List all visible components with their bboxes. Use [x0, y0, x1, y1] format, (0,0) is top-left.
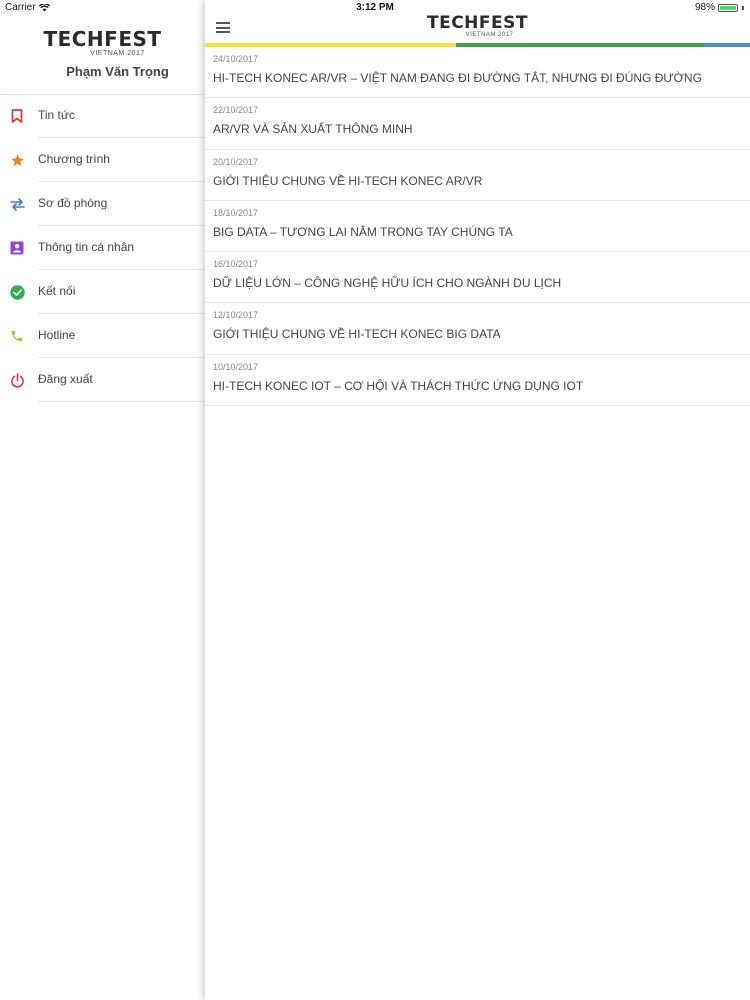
news-list: 24/10/2017 HI-TECH KONEC AR/VR – VIỆT NA…: [205, 47, 750, 407]
status-time: 3:12 PM: [356, 2, 394, 13]
news-date: 12/10/2017: [213, 310, 259, 321]
news-date: 20/10/2017: [213, 156, 259, 167]
news-date: 24/10/2017: [213, 54, 259, 64]
sidebar: TECHFEST VIETNAM 2017 Phạm Văn Trọng Tin…: [0, 0, 205, 1000]
news-item[interactable]: 10/10/2017 HI-TECH KONEC IOT – CƠ HỘI VÀ…: [205, 355, 750, 407]
news-title: HI-TECH KONEC AR/VR – VIỆT NAM ĐANG ĐI Đ…: [213, 71, 702, 85]
sidebar-item-profile[interactable]: Thông tin cá nhân: [0, 226, 205, 270]
news-title: BIG DATA – TƯƠNG LAI NẰM TRONG TAY CHÚNG…: [213, 224, 513, 239]
news-title: DỮ LIỆU LỚN – CÔNG NGHỆ HỮU ÍCH CHO NGÀN…: [213, 276, 562, 291]
status-right: 98%: [695, 2, 744, 13]
bookmark-icon: [9, 108, 25, 124]
sidebar-item-label: Chương trình: [38, 152, 110, 166]
sidebar-item-label: Kết nối: [38, 284, 76, 298]
news-item[interactable]: 22/10/2017 AR/VR VÀ SẢN XUẤT THÔNG MINH: [205, 98, 750, 150]
sidebar-item-label: Đăng xuất: [38, 372, 93, 386]
logo-subtitle: VIETNAM 2017: [465, 32, 514, 38]
sidebar-item-program[interactable]: Chương trình: [0, 138, 205, 182]
star-icon: [9, 152, 25, 168]
news-date: 10/10/2017: [213, 361, 259, 372]
main-panel: TECHFEST VIETNAM 2017 24/10/2017 HI-TECH…: [205, 0, 750, 1000]
battery-icon: [718, 3, 738, 12]
sidebar-logo: TECHFEST VIETNAM 2017: [0, 28, 205, 58]
news-title: HI-TECH KONEC IOT – CƠ HỘI VÀ THÁCH THỨC…: [213, 378, 584, 393]
status-bar: Carrier 3:12 PM 98%: [0, 0, 750, 16]
check-circle-icon: [9, 284, 25, 300]
news-item[interactable]: 16/10/2017 DỮ LIỆU LỚN – CÔNG NGHỆ HỮU Í…: [205, 252, 750, 304]
sidebar-item-room-map[interactable]: Sơ đồ phòng: [0, 182, 205, 226]
logo-text: TECHFEST: [427, 13, 528, 33]
phone-icon: [9, 328, 25, 344]
news-item[interactable]: 20/10/2017 GIỚI THIỆU CHUNG VỀ HI-TECH K…: [205, 150, 750, 201]
divider: [38, 401, 205, 402]
power-icon: [9, 372, 25, 388]
news-item[interactable]: 24/10/2017 HI-TECH KONEC AR/VR – VIỆT NA…: [205, 47, 750, 99]
news-item[interactable]: 12/10/2017 GIỚI THIỆU CHUNG VỀ HI-TECH K…: [205, 303, 750, 355]
sidebar-item-news[interactable]: Tin tức: [0, 94, 205, 138]
news-date: 16/10/2017: [213, 259, 259, 270]
news-title: GIỚI THIỆU CHUNG VỀ HI-TECH KONEC BIG DA…: [213, 327, 501, 342]
sidebar-item-label: Tin tức: [38, 108, 75, 122]
logo-subtitle: VIETNAM 2017: [90, 50, 145, 57]
logo-text: TECHFEST: [43, 27, 162, 51]
contact-card-icon: [9, 240, 25, 256]
sidebar-item-logout[interactable]: Đăng xuất: [0, 358, 205, 402]
battery-percent: 98%: [694, 2, 715, 13]
user-name: Phạm Văn Trọng: [66, 64, 169, 79]
swap-arrows-icon: [9, 196, 25, 212]
news-item[interactable]: 18/10/2017 BIG DATA – TƯƠNG LAI NẰM TRON…: [205, 201, 750, 253]
sidebar-item-label: Hotline: [38, 328, 76, 342]
news-date: 18/10/2017: [213, 207, 259, 218]
news-title: GIỚI THIỆU CHUNG VỀ HI-TECH KONEC AR/VR: [213, 173, 483, 188]
sidebar-menu: Tin tức Chương trình Sơ đồ phòng Thông t…: [0, 94, 205, 402]
sidebar-item-connect[interactable]: Kết nối: [0, 270, 205, 314]
battery-tip: [742, 5, 744, 10]
header-logo: TECHFEST VIETNAM 2017: [205, 14, 750, 39]
news-title: AR/VR VÀ SẢN XUẤT THÔNG MINH: [213, 122, 413, 137]
sidebar-item-label: Thông tin cá nhân: [38, 240, 135, 254]
news-date: 22/10/2017: [213, 105, 259, 116]
sidebar-item-label: Sơ đồ phòng: [38, 196, 108, 210]
battery-fill: [720, 5, 736, 10]
sidebar-item-hotline[interactable]: Hotline: [0, 314, 205, 358]
